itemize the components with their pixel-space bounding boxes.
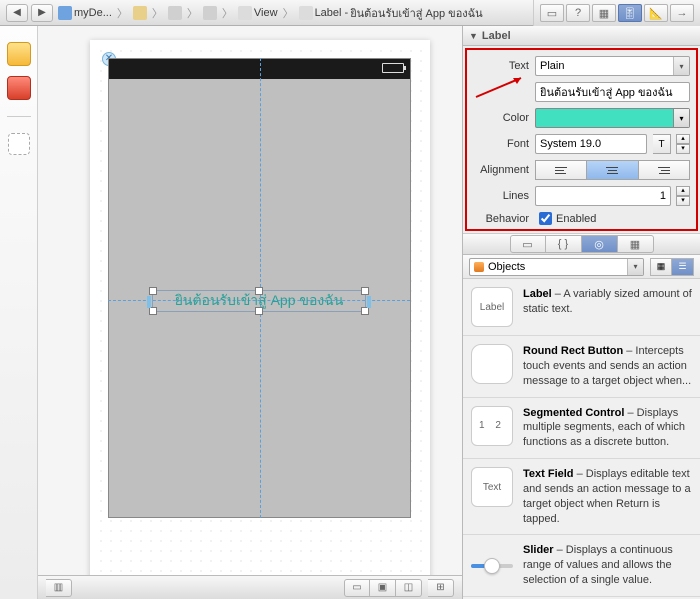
file-templates-tab[interactable]: ▭ <box>510 235 546 253</box>
text-label: Text <box>473 60 529 72</box>
lines-stepper[interactable]: ▴▾ <box>676 186 690 206</box>
resize-handle[interactable] <box>149 307 157 315</box>
crumb-project[interactable]: myDe... <box>56 6 114 20</box>
behavior-label: Behavior <box>473 213 529 225</box>
zoom-fit[interactable]: ▣ <box>370 579 396 597</box>
canvas-bottom-bar: ▥ ▭ ▣ ◫ ⊞ <box>38 575 462 599</box>
identity-tab[interactable]: ▦ <box>592 4 616 22</box>
alignment-segmented[interactable] <box>535 160 690 180</box>
slider-icon <box>471 543 513 588</box>
connections-tab[interactable]: → <box>670 4 694 22</box>
library-list-view[interactable]: ☰ <box>672 258 694 276</box>
battery-icon <box>382 63 404 73</box>
media-tab[interactable]: ▦ <box>618 235 654 253</box>
text-value-input[interactable]: ยินต้อนรับเข้าสู่ App ของฉัน <box>535 82 690 102</box>
constraints-toggle[interactable]: ⊞ <box>428 579 454 597</box>
attributes-tab[interactable]: 🎚 <box>618 4 642 22</box>
library-filter-select[interactable]: Objects▾ <box>469 258 644 276</box>
selected-uilabel[interactable]: ยินต้อนรับเข้าสู่ App ของฉัน <box>152 290 366 312</box>
enabled-checkbox[interactable] <box>539 212 552 225</box>
crumb-folder[interactable] <box>131 6 149 20</box>
crumb-view[interactable]: View <box>236 6 280 20</box>
crumb-file[interactable] <box>166 6 184 20</box>
label-icon: Label <box>471 287 513 327</box>
resize-handle[interactable] <box>149 287 157 295</box>
zoom-actual[interactable]: ▭ <box>344 579 370 597</box>
library-item-textfield[interactable]: Text Text Field – Displays editable text… <box>463 459 700 535</box>
forward-button[interactable]: ▶ <box>31 4 53 22</box>
extent-handle[interactable] <box>367 296 371 308</box>
color-label: Color <box>473 112 529 124</box>
library-item-label[interactable]: Label Label – A variably sized amount of… <box>463 279 700 336</box>
library-item-slider[interactable]: Slider – Displays a continuous range of … <box>463 535 700 597</box>
objects-tab[interactable]: ◎ <box>582 235 618 253</box>
library-header: Objects▾ ▦ ☰ <box>463 255 700 279</box>
inspector-section-header[interactable]: ▼Label <box>463 26 700 46</box>
files-owner-icon[interactable] <box>7 42 31 66</box>
align-left[interactable] <box>535 160 587 180</box>
snippets-tab[interactable]: { } <box>546 235 582 253</box>
font-label: Font <box>473 138 529 150</box>
text-type-select[interactable]: Plain▾ <box>535 56 690 76</box>
dock <box>0 26 38 599</box>
resize-handle[interactable] <box>255 307 263 315</box>
canvas[interactable]: ✕ ยินต้อนรับเข้าสู่ App ของฉัน ▥ ▭ ▣ ◫ ⊞ <box>38 26 462 599</box>
resize-handle[interactable] <box>361 307 369 315</box>
quickhelp-tab[interactable]: ? <box>566 4 590 22</box>
align-right[interactable] <box>639 160 690 180</box>
resize-handle[interactable] <box>361 287 369 295</box>
view-object-icon[interactable] <box>8 133 30 155</box>
font-picker-button[interactable]: T <box>653 134 671 154</box>
lines-input[interactable]: 1 <box>535 186 671 206</box>
enabled-label: Enabled <box>556 213 596 225</box>
textfield-icon: Text <box>471 467 513 507</box>
attributes-group: Text Plain▾ ยินต้อนรับเข้าสู่ App ของฉัน… <box>465 48 698 231</box>
font-stepper[interactable]: ▴▾ <box>676 134 690 154</box>
extent-handle[interactable] <box>147 296 151 308</box>
library-tab-switch: ▭ { } ◎ ▦ <box>463 233 700 255</box>
lines-label: Lines <box>473 190 529 202</box>
inspector-panel: ▼Label Text Plain▾ ยินต้อนรับเข้าสู่ App… <box>462 26 700 599</box>
first-responder-icon[interactable] <box>7 76 31 100</box>
align-center[interactable] <box>587 160 638 180</box>
alignment-label: Alignment <box>473 164 529 176</box>
back-button[interactable]: ◀ <box>6 4 28 22</box>
inspector-tab-bar: ▭ ? ▦ 🎚 📐 → <box>533 0 700 26</box>
resize-handle[interactable] <box>255 287 263 295</box>
size-tab[interactable]: 📐 <box>644 4 668 22</box>
crumb-label[interactable]: Label - ยินต้อนรับเข้าสู่ App ของฉัน <box>297 4 485 22</box>
ib-paper: ✕ ยินต้อนรับเข้าสู่ App ของฉัน <box>90 40 430 592</box>
font-input[interactable]: System 19.0 <box>535 134 647 154</box>
roundrect-icon <box>471 344 513 384</box>
file-inspector-tab[interactable]: ▭ <box>540 4 564 22</box>
library-item-button[interactable]: Round Rect Button – Intercepts touch eve… <box>463 336 700 398</box>
crumb-nib[interactable] <box>201 6 219 20</box>
object-library-list[interactable]: Label Label – A variably sized amount of… <box>463 279 700 599</box>
library-item-segmented[interactable]: 1 2 Segmented Control – Displays multipl… <box>463 398 700 460</box>
outline-toggle[interactable]: ▥ <box>46 579 72 597</box>
color-well[interactable]: ▾ <box>535 108 690 128</box>
zoom-all[interactable]: ◫ <box>396 579 422 597</box>
library-grid-view[interactable]: ▦ <box>650 258 672 276</box>
segmented-icon: 1 2 <box>471 406 513 446</box>
